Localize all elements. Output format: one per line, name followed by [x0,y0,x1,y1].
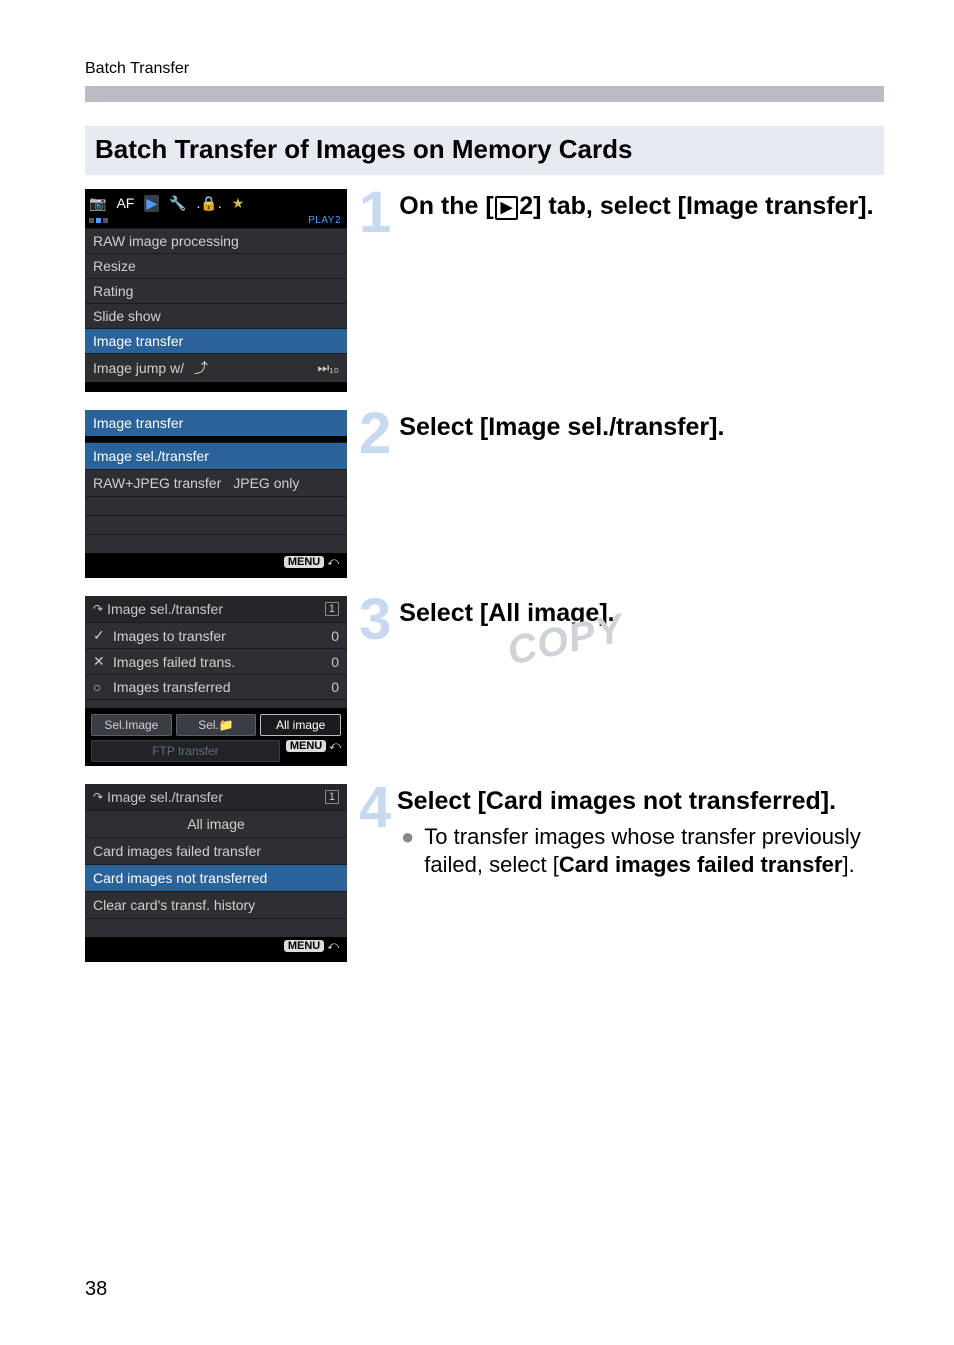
tab-play-icon: ▶ [144,195,159,212]
menu-badge: MENU [284,940,324,952]
sel-folder-label: Sel. [198,718,219,732]
menu-return-4[interactable]: MENU⤺ [85,937,347,962]
step-1-post: ] tab, select [Image transfer]. [533,192,873,220]
menu-return-2[interactable]: MENU⤺ [85,553,347,578]
row-clear-history[interactable]: Clear card's transf. history [85,891,347,918]
step-2-text: Select [Image sel./transfer]. [399,410,884,443]
step-4-heading: Select [Card images not transferred]. [397,786,884,817]
menu-item-rating[interactable]: Rating [85,278,347,303]
check-icon: ✓ [93,627,107,644]
count-row-failed: ✕ Images failed trans. 0 [85,648,347,674]
count-label: Images transferred [113,679,231,695]
camera-screen-1: 📷 AF ▶ 🔧 .🔒. ★ PLAY2 RAW image processin… [85,189,347,392]
row-card-failed[interactable]: Card images failed transfer [85,837,347,864]
card-slot-icon: 1 [325,602,339,616]
jump-value-icon: ⏭₁₀ [318,360,339,376]
screen4-arrow-icon: ↷ [93,790,103,804]
screen4-title: ↷ Image sel./transfer 1 [85,784,347,810]
screen4-subtitle: All image [85,810,347,837]
camera-bottom-bar [85,382,347,392]
button-row: Sel.Image Sel.📁 All image [85,708,347,738]
menu-item-resize[interactable]: Resize [85,253,347,278]
camera-screen-2: Image transfer Image sel./transfer RAW+J… [85,410,347,578]
menu-badge: MENU [286,740,326,752]
step-4: ↷ Image sel./transfer 1 All image Card i… [85,784,884,962]
step-3-text: Select [All image]. [399,596,884,629]
screen2-row-rawjpeg[interactable]: RAW+JPEG transfer JPEG only [85,469,347,496]
menu-item-slideshow[interactable]: Slide show [85,303,347,328]
camera-screen-3: ↷ Image sel./transfer 1 ✓ Images to tran… [85,596,347,766]
step-1-pre: On the [ [399,192,493,220]
count-value: 0 [331,679,339,695]
menu-return-3[interactable]: MENU⤺ [286,740,341,762]
step-4-sub-bold: Card images failed transfer [559,852,843,877]
count-label: Images to transfer [113,628,226,644]
menu-item-image-jump[interactable]: Image jump w/ ⤴ ⏭₁₀ [85,353,347,382]
step-number-3: 3 [359,594,391,646]
rawjpeg-label: RAW+JPEG transfer [93,475,221,491]
all-image-button[interactable]: All image [260,714,341,736]
jump-arrow-icon: ⤴ [194,358,208,378]
card-slot-icon: 1 [325,790,339,804]
menu-item-raw[interactable]: RAW image processing [85,228,347,253]
section-title: Batch Transfer of Images on Memory Cards [85,126,884,175]
play-tab-icon: ▶ [495,196,519,220]
step-number-4: 4 [359,782,389,834]
count-row-transferred: ○ Images transferred 0 [85,674,347,699]
step-1-tabnum: 2 [519,192,533,220]
camera-tab-bar: 📷 AF ▶ 🔧 .🔒. ★ [85,189,347,215]
screen3-arrow-icon: ↷ [93,602,103,616]
page-number: 38 [85,1278,107,1301]
step-2: Image transfer Image sel./transfer RAW+J… [85,410,884,578]
count-value: 0 [331,654,339,670]
button-row-2: FTP transfer MENU⤺ [85,738,347,766]
circle-icon: ○ [93,679,107,695]
camera-menu-list: RAW image processing Resize Rating Slide… [85,228,347,382]
folder-icon: 📁 [219,718,234,732]
camera-subtab-bar: PLAY2 [85,215,347,228]
sel-folder-button[interactable]: Sel.📁 [176,714,257,736]
row-card-not-transferred[interactable]: Card images not transferred [85,864,347,891]
step-1: 📷 AF ▶ 🔧 .🔒. ★ PLAY2 RAW image processin… [85,189,884,392]
screen3-title-text: Image sel./transfer [107,601,223,617]
tab-camera-icon: 📷 [89,195,106,212]
rawjpeg-value: JPEG only [233,475,299,491]
running-header: Batch Transfer [85,60,884,78]
step-3: ↷ Image sel./transfer 1 ✓ Images to tran… [85,596,884,766]
tab-custom-icon: .🔒. [197,195,222,212]
screen2-title: Image transfer [85,410,347,436]
x-icon: ✕ [93,653,107,670]
tab-tool-icon: 🔧 [169,195,186,212]
subtab-label: PLAY2 [308,215,343,226]
menu-item-image-transfer[interactable]: Image transfer [85,328,347,353]
screen2-row-sel-transfer[interactable]: Image sel./transfer [85,442,347,469]
return-arrow-icon: ⤺ [329,740,341,752]
return-arrow-icon: ⤺ [327,940,339,952]
step-4-sub-text2: ]. [842,852,854,877]
menu-badge: MENU [284,556,324,568]
screen3-title: ↷ Image sel./transfer 1 [85,596,347,622]
step-4-sub: ● To transfer images whose transfer prev… [397,823,884,878]
count-label: Images failed trans. [113,654,235,670]
count-value: 0 [331,628,339,644]
menu-item-label: Image jump w/ [93,360,184,376]
step-1-text: On the [▶2] tab, select [Image transfer]… [399,189,884,222]
tab-af-icon: AF [116,195,134,211]
camera-screen-4: ↷ Image sel./transfer 1 All image Card i… [85,784,347,962]
step-number-2: 2 [359,408,391,460]
bullet-icon: ● [401,823,414,852]
return-arrow-icon: ⤺ [327,556,339,568]
sel-image-button[interactable]: Sel.Image [91,714,172,736]
header-rule [85,86,884,102]
step-number-1: 1 [359,187,391,239]
ftp-transfer-button[interactable]: FTP transfer [91,740,280,762]
count-row-to-transfer: ✓ Images to transfer 0 [85,622,347,648]
screen4-title-text: Image sel./transfer [107,789,223,805]
step-4-text: Select [Card images not transferred]. ● … [397,784,884,878]
tab-star-icon: ★ [232,195,245,212]
